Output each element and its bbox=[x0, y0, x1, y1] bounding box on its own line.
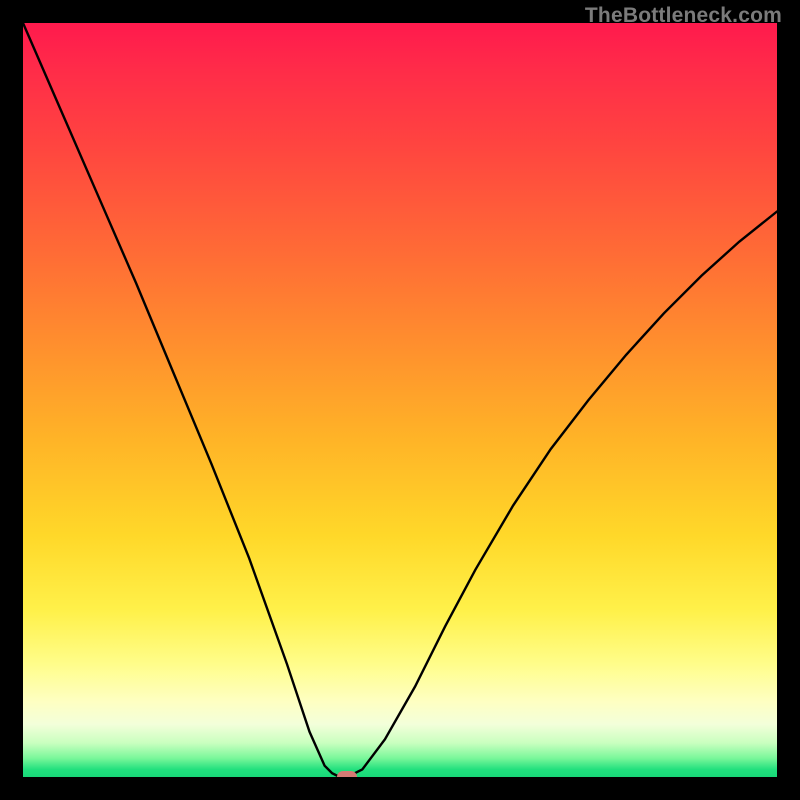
optimum-marker bbox=[337, 771, 357, 777]
watermark-text: TheBottleneck.com bbox=[585, 4, 782, 28]
plot-area bbox=[23, 23, 777, 777]
chart-frame: TheBottleneck.com bbox=[0, 0, 800, 800]
bottleneck-curve bbox=[23, 23, 777, 777]
